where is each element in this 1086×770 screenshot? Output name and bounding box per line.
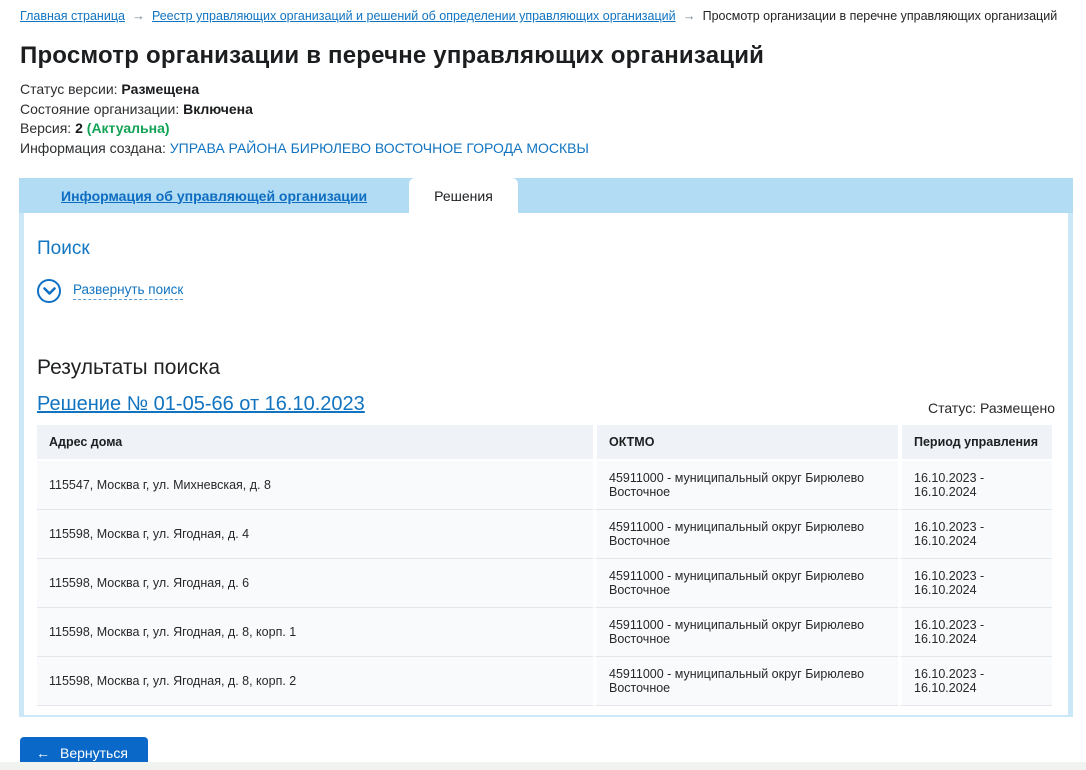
cell-period: 16.10.2023 - 16.10.2024: [898, 657, 1052, 706]
version-label: Версия:: [20, 120, 71, 136]
version-status-value: Размещена: [121, 81, 199, 97]
org-state-line: Состояние организации: Включена: [20, 100, 1066, 120]
decision-link[interactable]: Решение № 01-05-66 от 16.10.2023: [37, 393, 365, 416]
tab-decisions-label: Решения: [434, 188, 493, 204]
houses-table: Адрес дома ОКТМО Период управления 11554…: [37, 425, 1052, 706]
version-actual-badge: (Актуальна): [87, 120, 170, 136]
tab-decisions[interactable]: Решения: [409, 178, 518, 213]
cell-address: 115598, Москва г, ул. Ягодная, д. 8, кор…: [37, 657, 593, 706]
decision-status: Статус: Размещено: [928, 400, 1055, 416]
tab-org-info-label: Информация об управляющей организации: [61, 188, 367, 204]
org-state-value: Включена: [183, 101, 253, 117]
cell-period: 16.10.2023 - 16.10.2024: [898, 559, 1052, 608]
cell-oktmo: 45911000 - муниципальный округ Бирюлево …: [593, 461, 898, 510]
page-title: Просмотр организации в перечне управляющ…: [20, 42, 1066, 70]
cell-oktmo: 45911000 - муниципальный округ Бирюлево …: [593, 657, 898, 706]
created-line: Информация создана: УПРАВА РАЙОНА БИРЮЛЕ…: [20, 139, 1066, 159]
created-label: Информация создана:: [20, 140, 166, 156]
table-row: 115598, Москва г, ул. Ягодная, д. 8, кор…: [37, 608, 1052, 657]
cell-oktmo: 45911000 - муниципальный округ Бирюлево …: [593, 510, 898, 559]
cell-address: 115598, Москва г, ул. Ягодная, д. 4: [37, 510, 593, 559]
breadcrumb-current: Просмотр организации в перечне управляющ…: [703, 9, 1058, 23]
table-row: 115598, Москва г, ул. Ягодная, д. 4 4591…: [37, 510, 1052, 559]
tab-org-info[interactable]: Информация об управляющей организации: [19, 178, 409, 213]
table-row: 115598, Москва г, ул. Ягодная, д. 6 4591…: [37, 559, 1052, 608]
cell-oktmo: 45911000 - муниципальный округ Бирюлево …: [593, 608, 898, 657]
decisions-panel: Поиск Развернуть поиск Результаты поиска…: [19, 213, 1073, 717]
created-by-org-link[interactable]: УПРАВА РАЙОНА БИРЮЛЕВО ВОСТОЧНОЕ ГОРОДА …: [170, 140, 589, 156]
breadcrumb-link-home[interactable]: Главная страница: [20, 9, 125, 23]
column-header-oktmo: ОКТМО: [593, 425, 898, 461]
search-heading: Поиск: [37, 238, 1055, 260]
cell-period: 16.10.2023 - 16.10.2024: [898, 461, 1052, 510]
tab-bar: Информация об управляющей организации Ре…: [19, 178, 1073, 213]
cell-address: 115547, Москва г, ул. Михневская, д. 8: [37, 461, 593, 510]
results-heading: Результаты поиска: [37, 356, 1055, 380]
version-value: 2: [75, 120, 83, 136]
breadcrumb-separator: →: [683, 8, 696, 23]
breadcrumb: Главная страница → Реестр управляющих орга…: [0, 0, 1086, 24]
expand-search-link[interactable]: Развернуть поиск: [73, 282, 183, 300]
cell-oktmo: 45911000 - муниципальный округ Бирюлево …: [593, 559, 898, 608]
decision-row: Решение № 01-05-66 от 16.10.2023 Статус:…: [37, 393, 1055, 416]
table-row: 115598, Москва г, ул. Ягодная, д. 8, кор…: [37, 657, 1052, 706]
expand-search-control[interactable]: Развернуть поиск: [37, 279, 1055, 303]
back-button-label: Вернуться: [60, 745, 128, 761]
version-status-line: Статус версии: Размещена: [20, 80, 1066, 100]
table-header-row: Адрес дома ОКТМО Период управления: [37, 425, 1052, 461]
org-state-label: Состояние организации:: [20, 101, 179, 117]
view-all-houses-link[interactable]: Просмотреть список всех домов в решении: [37, 713, 290, 717]
version-status-label: Статус версии:: [20, 81, 118, 97]
left-arrow-icon: ←: [36, 746, 50, 760]
cell-address: 115598, Москва г, ул. Ягодная, д. 8, кор…: [37, 608, 593, 657]
table-row: 115547, Москва г, ул. Михневская, д. 8 4…: [37, 461, 1052, 510]
version-line: Версия: 2 (Актуальна): [20, 119, 1066, 139]
cell-address: 115598, Москва г, ул. Ягодная, д. 6: [37, 559, 593, 608]
breadcrumb-link-registry[interactable]: Реестр управляющих организаций и решений…: [152, 9, 676, 23]
column-header-address: Адрес дома: [37, 425, 593, 461]
footer-strip: [0, 762, 1086, 770]
cell-period: 16.10.2023 - 16.10.2024: [898, 608, 1052, 657]
cell-period: 16.10.2023 - 16.10.2024: [898, 510, 1052, 559]
breadcrumb-separator: →: [132, 8, 145, 23]
chevron-down-circle-icon[interactable]: [37, 279, 61, 303]
page-header: Просмотр организации в перечне управляющ…: [0, 24, 1086, 158]
column-header-period: Период управления: [898, 425, 1052, 461]
